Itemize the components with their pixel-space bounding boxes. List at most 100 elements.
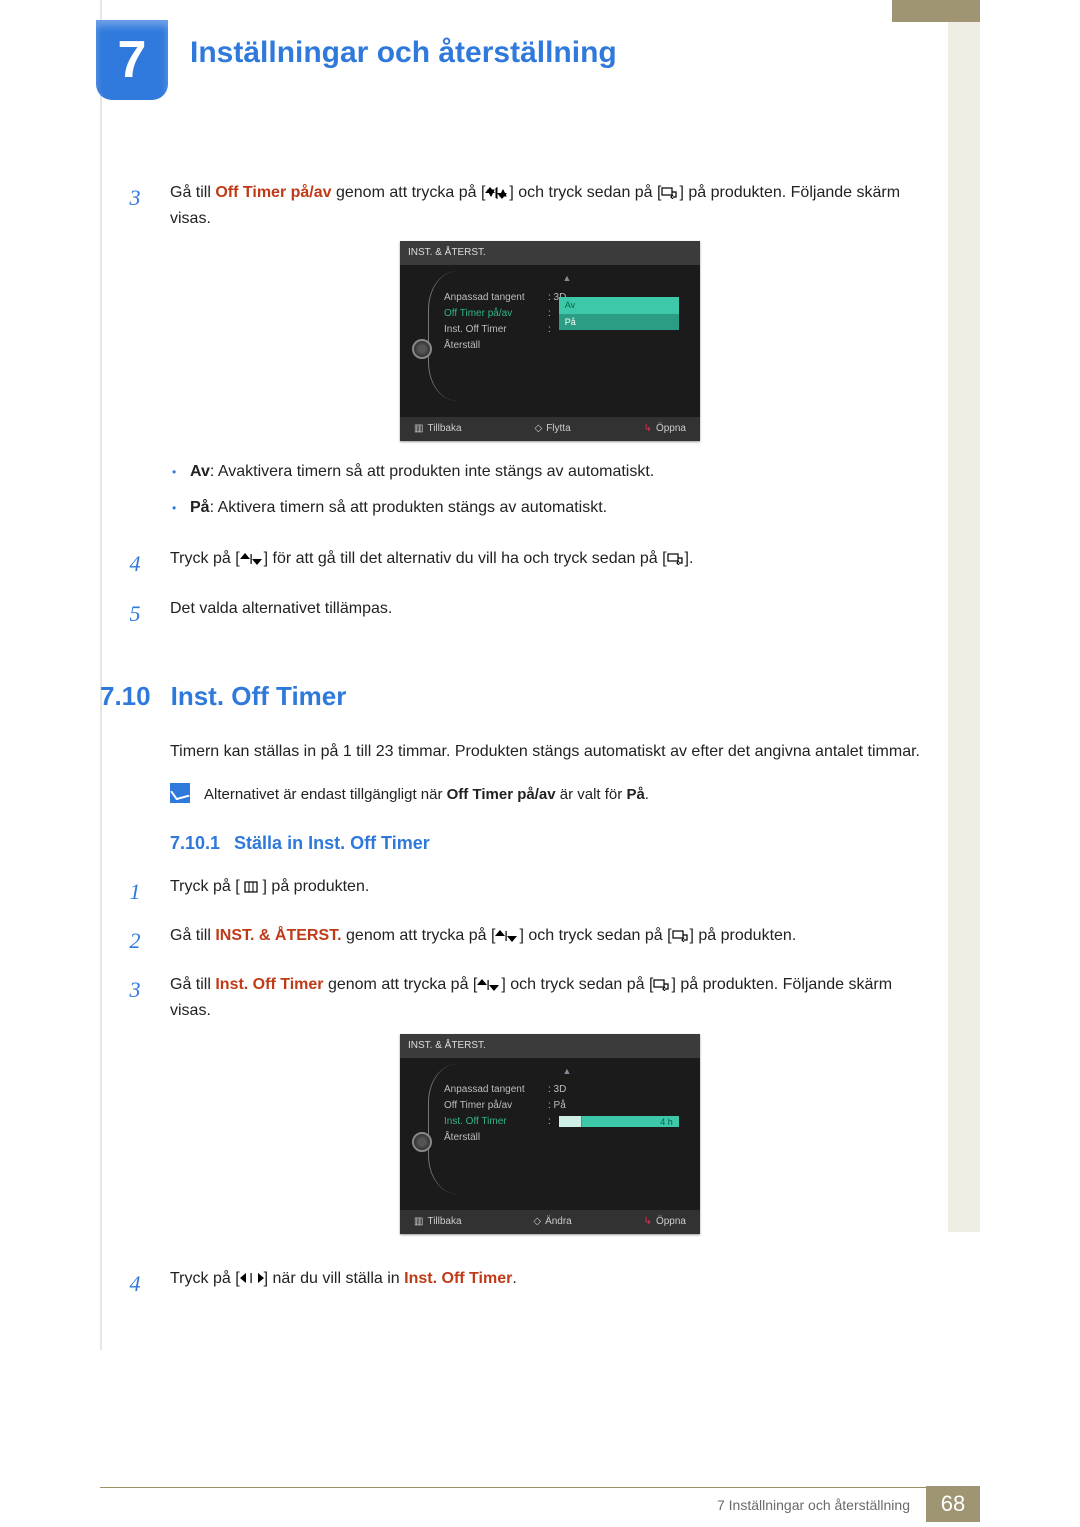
text: Tryck på [ <box>170 1270 240 1287</box>
step-number: 4 <box>100 546 170 581</box>
bold: Off Timer på/av <box>447 786 556 803</box>
osd-up-arrow: ▲ <box>444 271 690 285</box>
gear-icon <box>412 1132 432 1152</box>
section-heading: 7.10 Inst. Off Timer <box>100 681 930 712</box>
step-number: 5 <box>100 596 170 631</box>
osd-arc-decor <box>428 271 457 401</box>
page-footer: 7 Inställningar och återställning 68 <box>0 1487 1080 1527</box>
text: ] och tryck sedan på [ <box>501 976 653 993</box>
osd-footer-open: Öppna <box>644 1214 686 1230</box>
osd-item: Inst. Off Timer <box>444 322 540 338</box>
note-icon <box>170 783 190 803</box>
up-down-icon <box>240 553 264 565</box>
osd-item: Anpassad tangent <box>444 1082 540 1098</box>
osd-colon: : <box>548 306 551 322</box>
osd-screenshot-1: INST. & ÅTERST. ▲ Anpassad tangent : 3D … <box>400 241 700 441</box>
text: ] när du vill ställa in <box>264 1270 405 1287</box>
osd-slider-value: 4 h <box>660 1115 673 1129</box>
enter-icon <box>653 979 671 991</box>
text: Tryck på [ <box>170 878 244 895</box>
step-number: 3 <box>100 972 170 1251</box>
osd-item-active: Inst. Off Timer <box>444 1114 540 1130</box>
section-number: 7.10 <box>100 681 151 712</box>
chapter-number-tab: 7 <box>96 20 168 100</box>
chapter-title: Inställningar och återställning <box>190 36 617 70</box>
subsection-heading: 7.10.1 Ställa in Inst. Off Timer <box>170 833 930 854</box>
text: Det valda alternativet tillämpas. <box>170 596 930 631</box>
up-down-icon <box>485 187 509 199</box>
osd-footer-back: Tillbaka <box>414 1214 462 1230</box>
text: ] på produkten. <box>258 878 369 895</box>
osd-value: : På <box>548 1098 608 1114</box>
osd-header: INST. & ÅTERST. <box>400 1034 700 1058</box>
text: Gå till <box>170 927 215 944</box>
bullet-av: Av: Avaktivera timern så att produkten i… <box>190 459 930 485</box>
footer-text: 7 Inställningar och återställning <box>717 1497 910 1513</box>
left-right-icon <box>240 1272 264 1284</box>
osd-option-av: Av <box>559 297 679 313</box>
osd-item: Anpassad tangent <box>444 290 540 306</box>
decor-side-stripe <box>948 22 980 1232</box>
subsection-title: Ställa in Inst. Off Timer <box>234 833 430 854</box>
decor-top-stripe <box>892 0 980 22</box>
osd-header: INST. & ÅTERST. <box>400 241 700 265</box>
osd-screenshot-2: INST. & ÅTERST. ▲ Anpassad tangent : 3D … <box>400 1034 700 1234</box>
text: ]. <box>685 550 694 567</box>
step-number: 1 <box>100 874 170 909</box>
osd-colon: : <box>548 1114 551 1130</box>
step-4: 4 Tryck på [ ] för att gå till det altern… <box>100 546 930 581</box>
text: ] på produkten. <box>690 927 797 944</box>
text: Alternativet är endast tillgängligt när <box>204 786 447 803</box>
subsection-number: 7.10.1 <box>170 833 220 854</box>
menu-name: Inst. Off Timer <box>404 1270 512 1287</box>
menu-name: INST. & ÅTERST. <box>215 927 341 944</box>
text: Tryck på [ <box>170 550 240 567</box>
enter-icon <box>672 930 690 942</box>
osd-footer-open: Öppna <box>644 421 686 437</box>
text: Gå till <box>170 976 215 993</box>
section-paragraph: Timern kan ställas in på 1 till 23 timma… <box>170 738 930 765</box>
step-b2: 2 Gå till INST. & ÅTERST. genom att tryc… <box>100 923 930 958</box>
text: . <box>645 786 649 803</box>
bullet-bold: På <box>190 499 210 516</box>
osd-option-pa-selected: På <box>559 314 679 330</box>
footer-page-number: 68 <box>926 1486 980 1522</box>
osd-slider-fill <box>559 1116 582 1127</box>
osd-item-active: Off Timer på/av <box>444 306 540 322</box>
menu-name: Inst. Off Timer <box>215 976 323 993</box>
text: genom att trycka på [ <box>342 927 496 944</box>
step-5: 5 Det valda alternativet tillämpas. <box>100 596 930 631</box>
osd-value: : 3D <box>548 1082 608 1098</box>
text: ] och tryck sedan på [ <box>519 927 671 944</box>
bullet-pa: På: Aktivera timern så att produkten stä… <box>190 495 930 521</box>
step-number: 4 <box>100 1266 170 1301</box>
osd-up-arrow: ▲ <box>444 1064 690 1078</box>
text: genom att trycka på [ <box>324 976 478 993</box>
text: ] och tryck sedan på [ <box>509 184 661 201</box>
step-number: 2 <box>100 923 170 958</box>
osd-item: Återställ <box>444 338 540 354</box>
step-3: 3 Gå till Off Timer på/av genom att tryc… <box>100 180 930 532</box>
note-row: Alternativet är endast tillgängligt när … <box>170 783 930 807</box>
menu-icon <box>244 881 258 893</box>
osd-dropdown: Av På <box>559 297 679 330</box>
footer-rule <box>100 1487 980 1488</box>
osd-arc-decor <box>428 1064 457 1194</box>
text: Gå till <box>170 184 215 201</box>
text: genom att trycka på [ <box>332 184 486 201</box>
osd-footer-adjust: Ändra <box>533 1214 571 1230</box>
text: . <box>512 1270 516 1287</box>
osd-footer-move: Flytta <box>534 421 570 437</box>
step-number: 3 <box>100 180 170 532</box>
osd-item: Off Timer på/av <box>444 1098 540 1114</box>
section-title: Inst. Off Timer <box>171 681 347 712</box>
menu-name: Off Timer på/av <box>215 184 331 201</box>
up-down-icon <box>495 930 519 942</box>
text: ] för att gå till det alternativ du vill… <box>264 550 667 567</box>
osd-footer-back: Tillbaka <box>414 421 462 437</box>
osd-slider-bar: 4 h <box>559 1116 679 1127</box>
enter-icon <box>661 187 679 199</box>
bullet-bold: Av <box>190 463 210 480</box>
bullet-text: : Aktivera timern så att produkten stäng… <box>210 499 608 516</box>
osd-item: Återställ <box>444 1130 540 1146</box>
